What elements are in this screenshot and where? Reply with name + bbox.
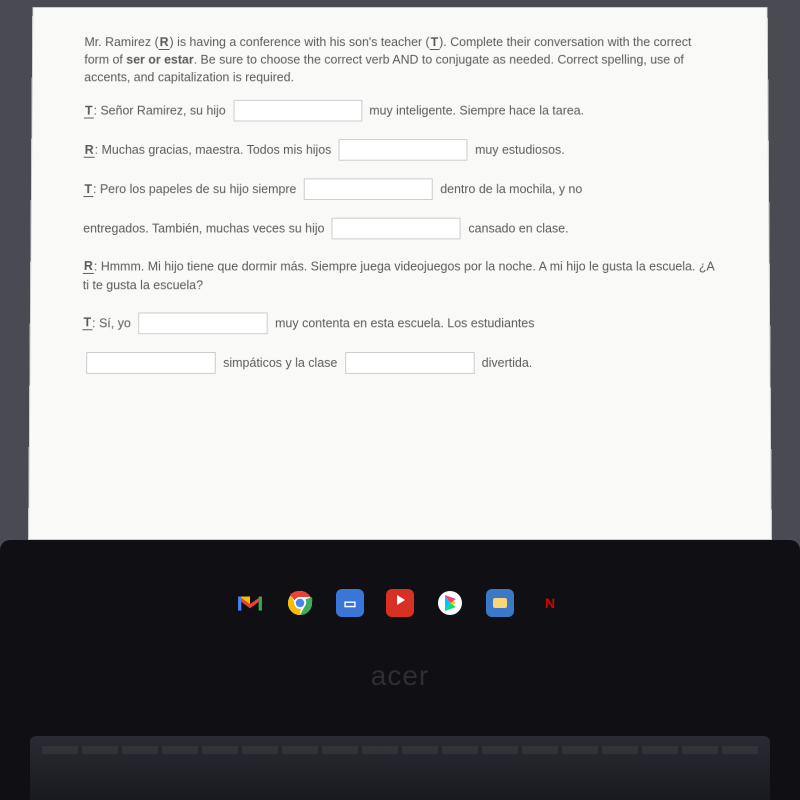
- laptop-bezel: ▭ N acer: [0, 540, 800, 800]
- dialog-text: : Sí, yo: [92, 316, 134, 330]
- dialog-line-7: simpáticos y la clase divertida.: [82, 352, 718, 374]
- laptop-brand-label: acer: [0, 660, 800, 692]
- speaker-r: R: [84, 143, 95, 158]
- answer-input-6[interactable]: [86, 352, 216, 374]
- dialog-text: : Muchas gracias, maestra. Todos mis hij…: [95, 143, 335, 157]
- role-t: T: [430, 35, 440, 50]
- answer-input-1[interactable]: [233, 100, 362, 122]
- speaker-t: T: [84, 103, 94, 118]
- dialog-line-5: R: Hmmm. Mi hijo tiene que dormir más. S…: [83, 258, 718, 295]
- chromeos-shelf: ▭ N: [0, 580, 800, 626]
- dialog-text: divertida.: [478, 356, 532, 370]
- chrome-icon[interactable]: [286, 589, 314, 617]
- answer-input-4[interactable]: [332, 218, 461, 240]
- answer-input-5[interactable]: [138, 312, 267, 334]
- speaker-t: T: [83, 182, 93, 197]
- gmail-icon[interactable]: [236, 589, 264, 617]
- dialog-line-2: R: Muchas gracias, maestra. Todos mis hi…: [84, 139, 717, 161]
- dialog-text: : Señor Ramirez, su hijo: [93, 104, 229, 118]
- role-r: R: [159, 35, 170, 50]
- instr-text: ) is having a conference with his son's …: [170, 35, 430, 49]
- files-app-icon[interactable]: [486, 589, 514, 617]
- speaker-r: R: [83, 259, 94, 274]
- docs-app-icon[interactable]: ▭: [336, 589, 364, 617]
- instr-bold: ser or estar: [126, 53, 193, 67]
- dialog-text: muy contenta en esta escuela. Los estudi…: [272, 316, 535, 330]
- dialog-text: muy inteligente. Siempre hace la tarea.: [366, 104, 584, 118]
- netflix-icon[interactable]: N: [536, 589, 564, 617]
- instr-text: Mr. Ramirez (: [84, 35, 158, 49]
- dialog-line-6: T: Sí, yo muy contenta en esta escuela. …: [82, 312, 717, 334]
- dialog-line-3: T: Pero los papeles de su hijo siempre d…: [83, 179, 716, 201]
- answer-input-3[interactable]: [304, 179, 433, 201]
- keyboard-edge: [30, 736, 770, 800]
- worksheet-document: Mr. Ramirez (R) is having a conference w…: [28, 7, 772, 540]
- youtube-icon[interactable]: [386, 589, 414, 617]
- speaker-t: T: [82, 316, 92, 331]
- dialog-text: entregados. También, muchas veces su hij…: [83, 222, 328, 236]
- dialog-text: dentro de la mochila, y no: [437, 183, 583, 197]
- dialog-line-1: T: Señor Ramirez, su hijo muy inteligent…: [84, 100, 716, 122]
- answer-input-7[interactable]: [345, 352, 475, 374]
- dialog-text: simpáticos y la clase: [220, 356, 341, 370]
- answer-input-2[interactable]: [339, 139, 468, 161]
- dialog-line-4: entregados. También, muchas veces su hij…: [83, 218, 717, 240]
- play-store-icon[interactable]: [436, 589, 464, 617]
- dialog-text: : Hmmm. Mi hijo tiene que dormir más. Si…: [83, 260, 714, 292]
- dialog-text: muy estudiosos.: [472, 143, 565, 157]
- dialog-text: : Pero los papeles de su hijo siempre: [93, 183, 300, 197]
- instructions-block: Mr. Ramirez (R) is having a conference w…: [84, 33, 716, 86]
- dialog-text: cansado en clase.: [465, 222, 569, 236]
